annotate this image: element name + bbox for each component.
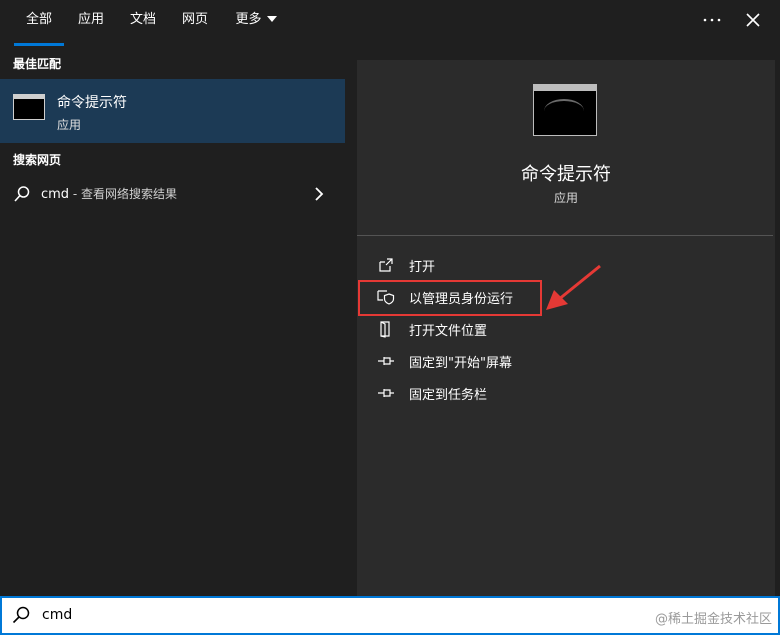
tab-more[interactable]: 更多 [230, 0, 282, 46]
results-panel: 最佳匹配 命令提示符 应用 搜索网页 cmd - 查看网络搜索结果 [0, 46, 345, 596]
action-open-file-location[interactable]: 打开文件位置 [377, 315, 737, 343]
chevron-right-icon[interactable] [314, 186, 324, 206]
detail-app-type: 应用 [553, 191, 578, 205]
search-icon [11, 605, 31, 625]
search-bar[interactable]: cmd @稀土掘金技术社区 [0, 596, 780, 635]
top-tab-bar: 全部 应用 文档 网页 更多 [0, 0, 780, 46]
file-location-icon [377, 320, 395, 338]
web-query-suffix: - 查看网络搜索结果 [69, 187, 178, 201]
tab-apps[interactable]: 应用 [74, 0, 108, 46]
detail-panel: 命令提示符 应用 打开 以管理员身份运行 打开文件位置 固定到"开始"屏幕 固定… [357, 60, 775, 596]
tab-web[interactable]: 网页 [178, 0, 212, 46]
section-web-search: 搜索网页 [13, 153, 62, 167]
search-input[interactable]: cmd [42, 607, 72, 623]
best-match-name: 命令提示符 [57, 95, 127, 111]
tab-all[interactable]: 全部 [14, 0, 64, 46]
annotation-highlight-box [358, 280, 542, 316]
divider [357, 235, 773, 236]
close-icon[interactable] [741, 8, 765, 32]
chevron-down-icon [266, 16, 277, 22]
action-pin-to-taskbar[interactable]: 固定到任务栏 [377, 379, 737, 407]
pin-icon [377, 352, 395, 370]
best-match-type: 应用 [57, 118, 82, 132]
open-icon [377, 256, 395, 274]
web-query: cmd [41, 187, 70, 202]
web-search-item[interactable]: cmd - 查看网络搜索结果 [0, 179, 345, 209]
annotation-arrow-icon [546, 264, 601, 310]
more-dots-icon[interactable] [700, 8, 724, 32]
best-match-item[interactable]: 命令提示符 应用 [0, 79, 345, 143]
detail-app-name: 命令提示符 [521, 164, 611, 185]
pin-icon [377, 384, 395, 402]
watermark: @稀土掘金技术社区 [654, 612, 772, 627]
section-best-match: 最佳匹配 [13, 57, 62, 71]
tab-documents[interactable]: 文档 [126, 0, 160, 46]
action-pin-to-start[interactable]: 固定到"开始"屏幕 [377, 347, 737, 375]
cmd-app-icon [13, 94, 45, 120]
search-icon [13, 185, 31, 207]
cmd-app-large-icon [533, 84, 597, 136]
